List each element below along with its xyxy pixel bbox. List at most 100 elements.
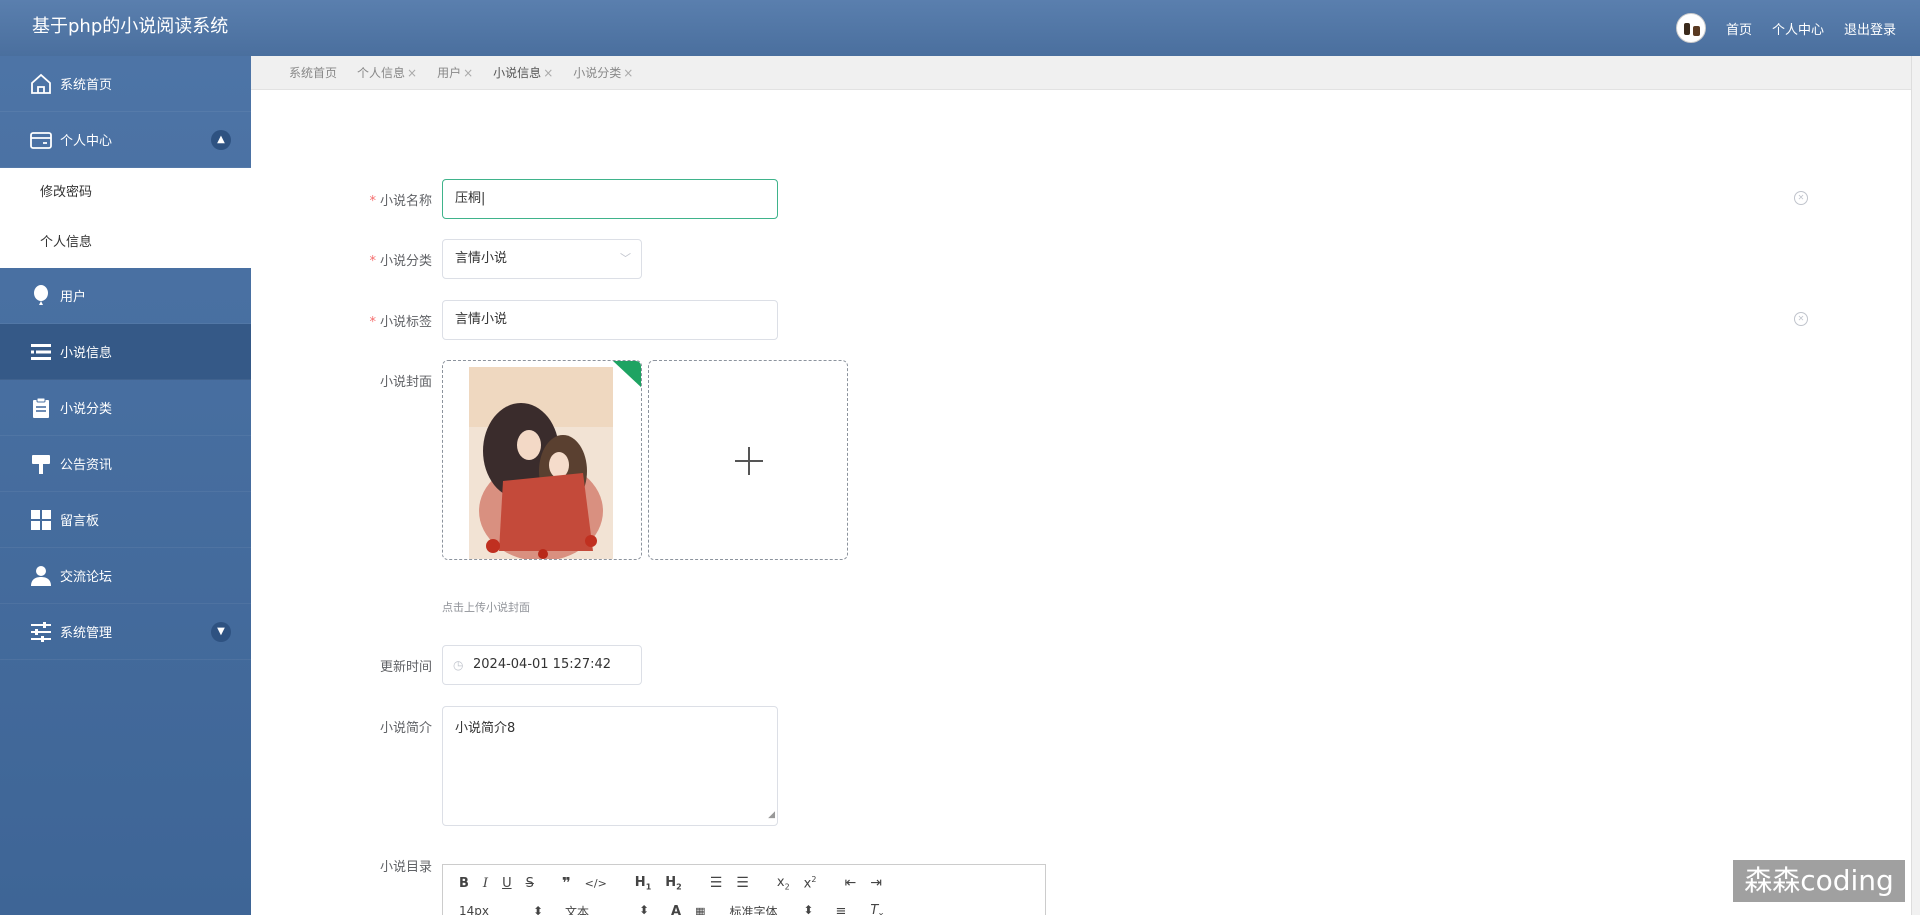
avatar[interactable]	[1675, 13, 1706, 43]
cover-image-preview[interactable]	[442, 360, 642, 560]
sidebar-item-label: 交流论坛	[60, 570, 113, 585]
novel-category-label: * 小说分类	[369, 254, 432, 269]
bullet-list-icon[interactable]: ☰	[736, 875, 749, 891]
user-icon	[28, 563, 54, 589]
sidebar-item-announcements[interactable]: 公告资讯	[0, 436, 251, 492]
heading2-icon[interactable]: H2	[665, 875, 681, 892]
sidebar-item-label: 小说信息	[60, 346, 113, 361]
updown-icon: ⬍	[803, 902, 814, 915]
strikethrough-icon[interactable]: S	[526, 876, 534, 891]
close-icon[interactable]: ×	[623, 66, 633, 80]
tab-novel-info[interactable]: 小说信息 ×	[493, 64, 553, 81]
novel-tag-input[interactable]: 言情小说	[442, 300, 778, 340]
sidebar-item-personal-center[interactable]: 个人中心 ▲	[0, 112, 251, 168]
clipboard-icon	[28, 395, 54, 421]
novel-tag-label: * 小说标签	[369, 315, 432, 330]
sidebar-item-label: 小说分类	[60, 402, 113, 417]
blockquote-icon[interactable]: ❞	[562, 874, 571, 892]
chevron-down-icon: ﹀	[620, 252, 631, 265]
cover-upload-hint: 点击上传小说封面	[442, 601, 530, 614]
updown-icon: ⬍	[532, 904, 543, 915]
bold-icon[interactable]: B	[459, 876, 469, 891]
chevron-down-icon[interactable]: ▼	[211, 621, 231, 642]
superscript-icon[interactable]: x2	[804, 875, 817, 891]
align-icon[interactable]: ≡	[835, 904, 846, 915]
update-time-picker[interactable]: ◷ 2024-04-01 15:27:42	[442, 645, 642, 685]
logout-link[interactable]: 退出登录	[1844, 19, 1896, 38]
font-color-icon[interactable]: A	[671, 904, 681, 915]
indent-icon[interactable]: ⇥	[870, 875, 882, 891]
heading1-icon[interactable]: H1	[635, 875, 651, 892]
chevron-up-icon[interactable]: ▲	[211, 129, 231, 150]
tab-label: 用户	[437, 66, 462, 80]
upload-area[interactable]	[648, 360, 848, 560]
clock-icon: ◷	[453, 658, 464, 672]
paint-roller-icon	[28, 451, 54, 477]
wallet-icon	[28, 127, 54, 153]
app-title: 基于php的小说阅读系统	[32, 16, 229, 37]
sidebar-item-system-management[interactable]: 系统管理 ▼	[0, 604, 251, 660]
sidebar-item-users[interactable]: 用户	[0, 268, 251, 324]
tab-label: 小说信息	[493, 66, 542, 80]
header-nav: 首页 个人中心 退出登录	[1675, 0, 1896, 56]
page-scrollbar[interactable]	[1911, 56, 1920, 915]
sidebar-item-label: 个人中心	[60, 134, 113, 149]
close-icon[interactable]: ×	[407, 66, 417, 80]
update-time-label: 更新时间	[379, 660, 432, 675]
code-block-icon[interactable]: </>	[585, 877, 607, 890]
sidebar-item-home[interactable]: 系统首页	[0, 56, 251, 112]
tab-label: 系统首页	[289, 66, 338, 80]
sliders-icon	[28, 619, 54, 645]
sidebar-item-label: 系统管理	[60, 626, 113, 641]
sidebar-item-novel-info[interactable]: 小说信息	[0, 324, 251, 380]
resize-handle-icon[interactable]: ◢	[768, 805, 775, 825]
tab-label: 个人信息	[357, 66, 406, 80]
font-family-select[interactable]: 标准字体 ⬍	[729, 903, 813, 915]
sidebar-subitem-change-password[interactable]: 修改密码	[0, 168, 251, 218]
sidebar-item-label: 系统首页	[60, 78, 113, 93]
paragraph-format-select[interactable]: 文本 ⬍	[565, 903, 649, 915]
tab-label: 小说分类	[573, 66, 622, 80]
main-content: * 小说名称 压桐| ✕ * 小说分类 言情小说 ﹀ * 小说标签 言情小说 ✕ 小说…	[251, 90, 1911, 915]
tab-personal-info[interactable]: 个人信息 ×	[357, 64, 417, 81]
italic-icon[interactable]: I	[483, 876, 488, 891]
home-icon	[28, 71, 54, 97]
sidebar-item-message-board[interactable]: 留言板	[0, 492, 251, 548]
personal-center-submenu: 修改密码 个人信息	[0, 168, 251, 268]
nav-profile-link[interactable]: 个人中心	[1772, 19, 1824, 38]
intro-textarea[interactable]: 小说简介8 ◢	[442, 706, 778, 826]
balloon-icon	[28, 283, 54, 309]
tab-users[interactable]: 用户 ×	[437, 64, 473, 81]
intro-label: 小说简介	[379, 721, 432, 736]
background-color-icon[interactable]: ▦	[695, 905, 705, 915]
clear-format-icon[interactable]: Tx	[870, 903, 883, 915]
sidebar-item-label: 公告资讯	[60, 458, 113, 473]
tab-novel-category[interactable]: 小说分类 ×	[573, 64, 633, 81]
outdent-icon[interactable]: ⇤	[844, 875, 856, 891]
font-size-select[interactable]: 14px ⬍	[459, 904, 543, 915]
rich-text-editor-toolbar: B I U S ❞ </> H1 H2 ☰ ☰ x2 x2 ⇤ ⇥ 14px ⬍ …	[442, 864, 1046, 915]
ordered-list-icon[interactable]: ☰	[710, 875, 723, 891]
sidebar-item-forum[interactable]: 交流论坛	[0, 548, 251, 604]
sidebar-item-label: 用户	[60, 290, 87, 305]
tabs-bar: 系统首页 个人信息 × 用户 × 小说信息 × 小说分类 ×	[251, 56, 1911, 90]
plus-icon	[735, 447, 763, 475]
close-icon[interactable]: ×	[543, 66, 553, 80]
underline-icon[interactable]: U	[502, 876, 512, 891]
cover-illustration	[443, 361, 641, 559]
subscript-icon[interactable]: x2	[777, 875, 790, 892]
clear-icon[interactable]: ✕	[1794, 191, 1808, 205]
catalog-label: 小说目录	[379, 860, 432, 875]
sidebar: 系统首页 个人中心 ▲ 修改密码 个人信息 用户 小说信息 小说分类 公告资讯	[0, 56, 251, 915]
close-icon[interactable]: ×	[463, 66, 473, 80]
tab-system-home[interactable]: 系统首页	[289, 64, 337, 81]
top-header: 基于php的小说阅读系统 首页 个人中心 退出登录	[0, 0, 1920, 56]
clear-icon[interactable]: ✕	[1794, 312, 1808, 326]
sidebar-item-label: 留言板	[60, 514, 100, 529]
novel-category-select[interactable]: 言情小说 ﹀	[442, 239, 642, 279]
sidebar-item-novel-category[interactable]: 小说分类	[0, 380, 251, 436]
updown-icon: ⬍	[638, 902, 649, 915]
novel-name-input[interactable]: 压桐|	[442, 179, 778, 219]
sidebar-subitem-personal-info[interactable]: 个人信息	[0, 218, 251, 268]
nav-home-link[interactable]: 首页	[1726, 19, 1752, 38]
